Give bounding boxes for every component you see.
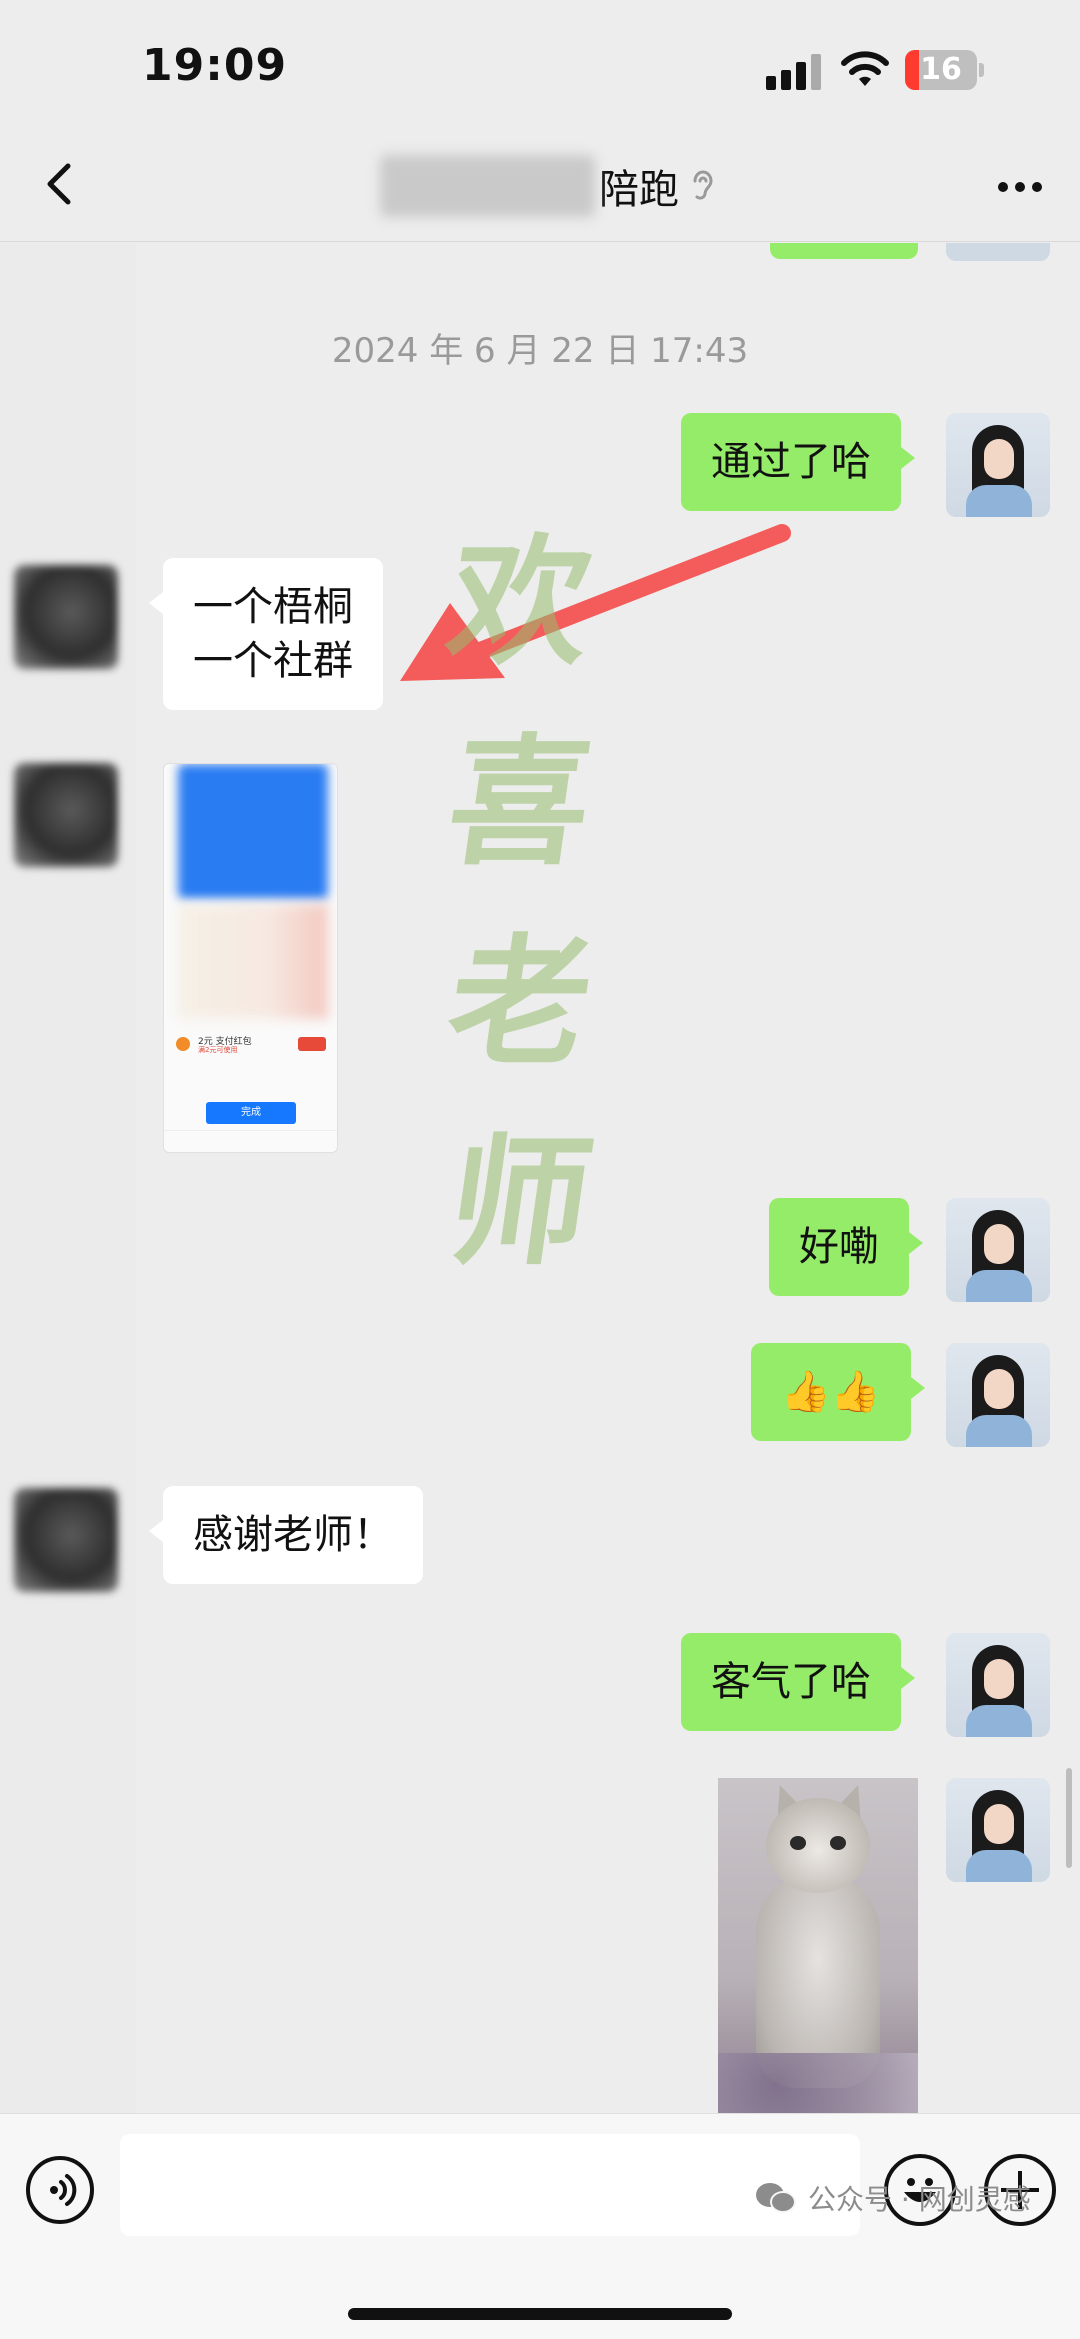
message-bubble-sent[interactable]: 好嘞: [769, 1198, 923, 1296]
voice-icon: [50, 2174, 77, 2206]
battery-level: 16: [920, 52, 962, 87]
my-avatar[interactable]: [946, 1778, 1050, 1882]
image-message[interactable]: 2元 支付红包 满2元可使用 完成: [163, 763, 338, 1153]
calligraphy-watermark: 欢 喜 老 师: [420, 503, 620, 1303]
message-line: 一个梧桐: [193, 584, 353, 630]
message-bubble-sent[interactable]: 👍👍: [751, 1343, 925, 1441]
avatar-partial[interactable]: [946, 243, 1050, 261]
battery-icon: 16: [905, 50, 985, 90]
contact-avatar[interactable]: [14, 1488, 118, 1592]
watermark-char: 欢: [438, 521, 602, 685]
message-bubble-received[interactable]: 感谢老师！: [149, 1486, 423, 1584]
input-bar: [0, 2113, 1080, 2339]
watermark-char: 师: [438, 1121, 602, 1285]
status-bar: 19:09 16: [0, 0, 1080, 130]
message-bubble-partial[interactable]: [770, 243, 918, 259]
my-avatar[interactable]: [946, 1343, 1050, 1447]
watermark-char: 老: [438, 921, 602, 1085]
voice-input-button[interactable]: [26, 2156, 94, 2224]
more-options-button[interactable]: [990, 170, 1050, 200]
cellular-signal-icon: [766, 54, 822, 90]
chat-title-group[interactable]: 陪跑: [380, 152, 715, 220]
message-bubble-sent[interactable]: 客气了哈: [681, 1633, 915, 1731]
wechat-official-account-mark: 公众号 · 网创灵感: [756, 2178, 1031, 2218]
screenshot-text: 满2元可使用: [198, 1046, 238, 1054]
footer-mark-text: 公众号 · 网创灵感: [808, 2183, 1031, 2216]
message-line: 一个社群: [193, 638, 353, 684]
my-avatar[interactable]: [946, 1633, 1050, 1737]
watermark-char: 喜: [438, 721, 602, 885]
chat-messages[interactable]: 2024 年 6 月 22 日 17:43 通过了哈 一个梧桐 一个社群 2元 …: [0, 243, 1080, 2113]
screenshot-done-button: 完成: [206, 1102, 296, 1124]
scrollbar[interactable]: [1066, 1768, 1072, 1868]
my-avatar[interactable]: [946, 413, 1050, 517]
contact-avatar[interactable]: [14, 565, 118, 669]
status-time: 19:09: [142, 40, 288, 91]
wechat-icon: [756, 2183, 800, 2213]
back-button[interactable]: [40, 158, 80, 210]
blurred-contact-name: [380, 155, 595, 217]
wifi-icon: [841, 51, 889, 86]
ear-icon: [693, 170, 713, 200]
message-input[interactable]: [120, 2134, 860, 2236]
chat-header: 陪跑: [0, 130, 1080, 242]
message-bubble-received[interactable]: 一个梧桐 一个社群: [149, 558, 383, 710]
contact-avatar[interactable]: [14, 763, 118, 867]
message-timestamp: 2024 年 6 月 22 日 17:43: [331, 331, 749, 371]
my-avatar[interactable]: [946, 1198, 1050, 1302]
cat-sticker-image[interactable]: [718, 1778, 918, 2113]
home-indicator[interactable]: [348, 2308, 732, 2320]
chat-title: 陪跑: [599, 167, 679, 213]
message-bubble-sent[interactable]: 通过了哈: [681, 413, 915, 511]
blurred-left-edge: [0, 243, 136, 2113]
